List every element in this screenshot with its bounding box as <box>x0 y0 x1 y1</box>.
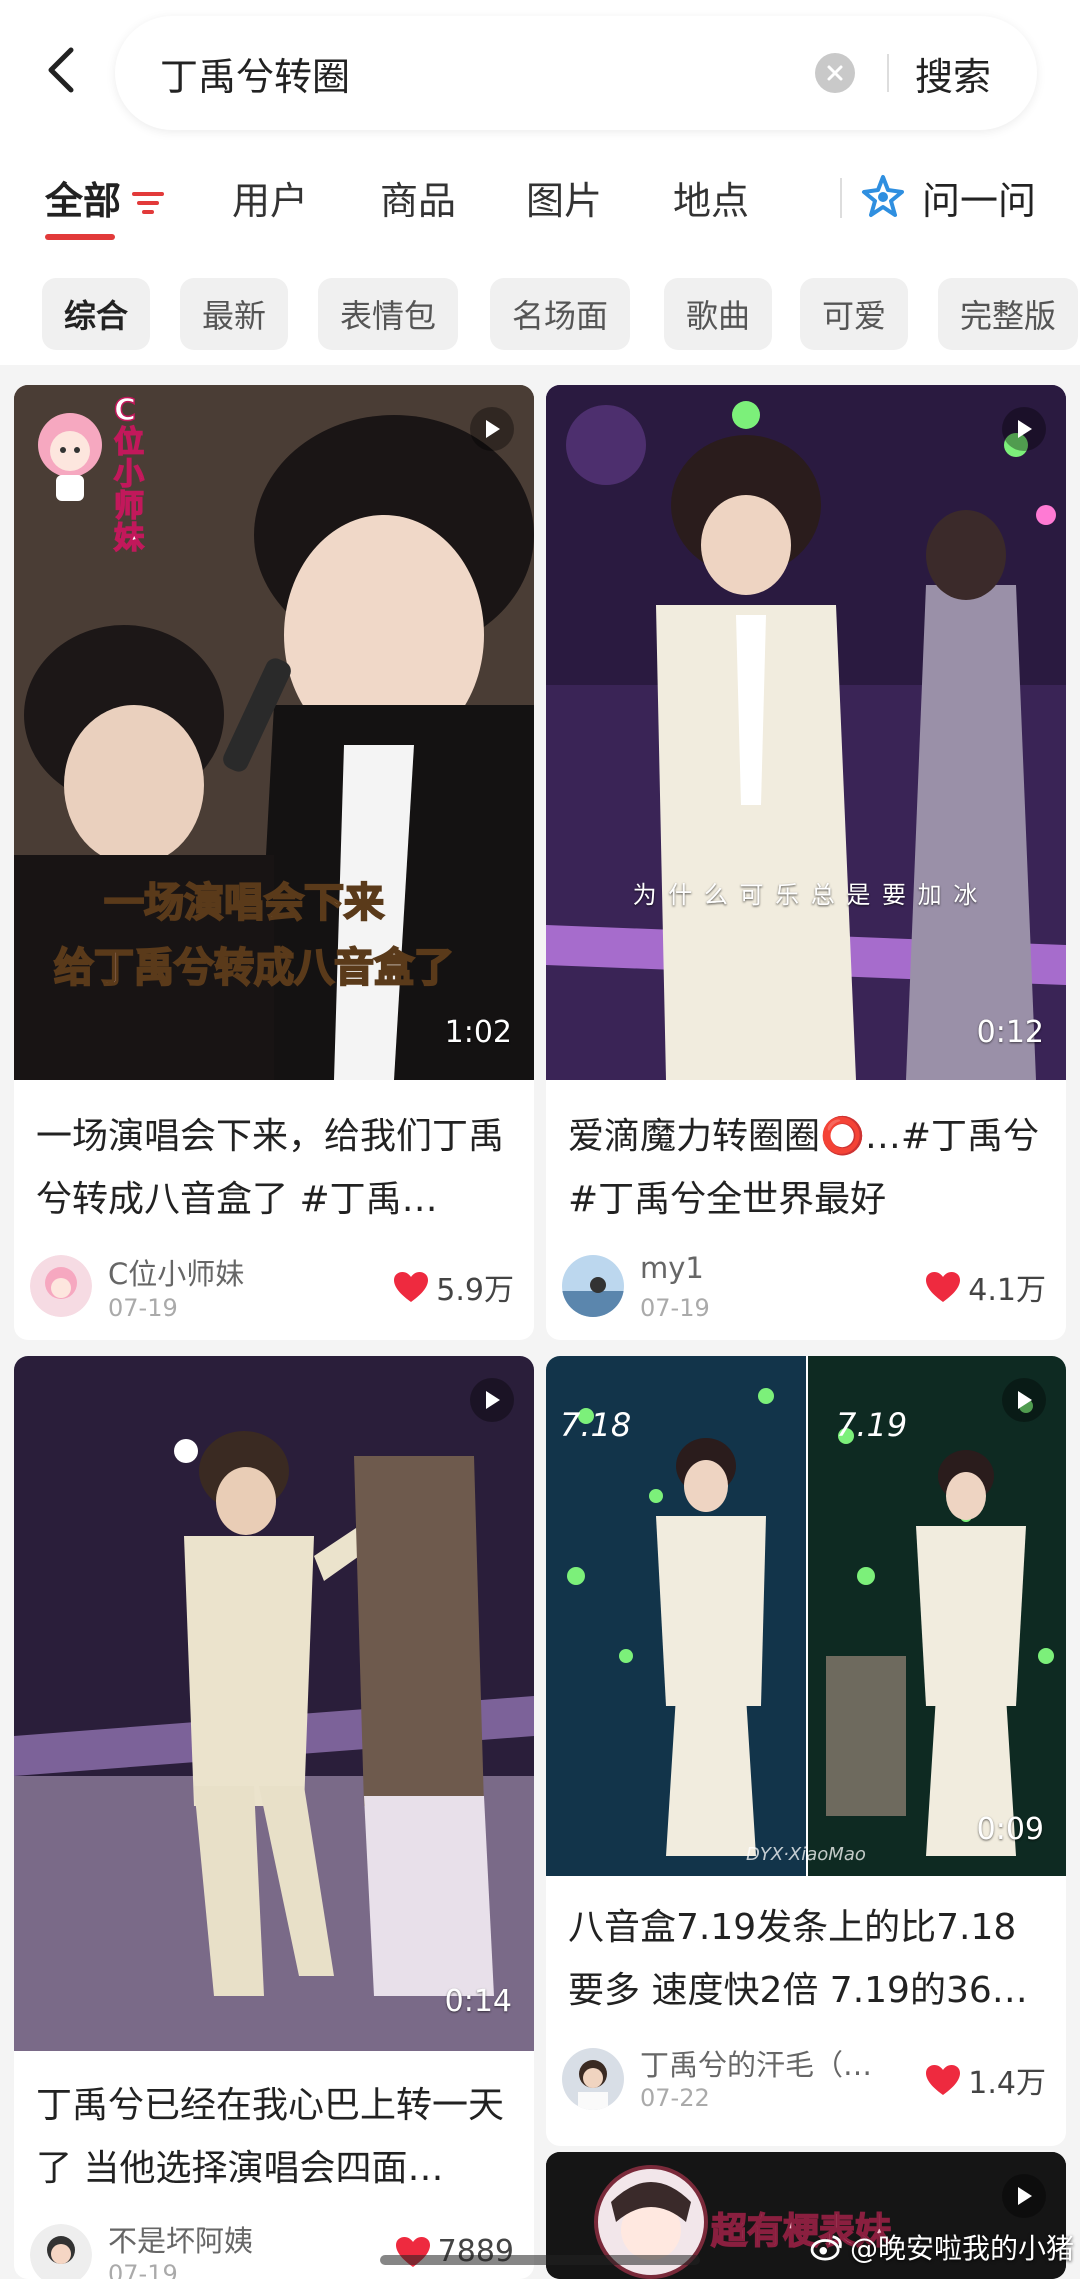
chevron-left-icon <box>48 47 74 93</box>
date-label-left: 7.18 <box>560 1406 632 1444</box>
note-title[interactable]: 一场演唱会下来，给我们丁禹兮转成八音盒了 #丁禹… <box>36 1105 512 1231</box>
video-thumbnail[interactable]: 0:14 <box>14 1356 534 2051</box>
avatar[interactable] <box>30 1255 92 1317</box>
video-thumbnail[interactable]: 7.18 7.19 DYX·XiaoMao 0:09 <box>546 1356 1066 1876</box>
close-icon <box>827 65 843 81</box>
chip-cute[interactable]: 可爱 <box>800 278 909 350</box>
video-duration: 1:02 <box>444 1015 512 1050</box>
tab-users[interactable]: 用户 <box>232 170 308 225</box>
active-tab-indicator <box>45 234 115 240</box>
play-icon <box>470 1378 514 1422</box>
video-duration: 0:09 <box>976 1812 1044 1847</box>
post-date: 07-19 <box>108 1294 178 1322</box>
account-watermark: @晚安啦我的小猪 <box>810 2227 1074 2267</box>
author-name[interactable]: my1 <box>640 1251 704 1285</box>
divider <box>887 54 889 92</box>
like-count: 1.4万 <box>968 2066 1046 2101</box>
note-card[interactable]: 0:14 丁禹兮已经在我心巴上转一天了 当他选择演唱会四面… 不是坏阿姨 07-… <box>14 1356 534 2279</box>
overlay-caption: 一场演唱会下来 <box>103 879 385 927</box>
video-duration: 0:14 <box>444 1984 512 2019</box>
tab-images[interactable]: 图片 <box>526 170 602 225</box>
avatar[interactable] <box>562 1255 624 1317</box>
note-card[interactable]: 7.18 7.19 DYX·XiaoMao 0:09 八音盒7.19发条上的比7… <box>546 1356 1066 2146</box>
clear-search-button[interactable] <box>815 53 855 93</box>
sticker-avatar <box>30 405 110 505</box>
video-thumbnail[interactable]: 为 什 么 可 乐 总 是 要 加 冰 0:12 <box>546 385 1066 1080</box>
video-caption: 为 什 么 可 乐 总 是 要 加 冰 <box>632 881 980 909</box>
category-tabs: 全部 用户 商品 图片 地点 问一问 <box>0 150 1080 260</box>
post-date: 07-19 <box>640 1294 710 1322</box>
note-card[interactable]: C位小师妹 一场演唱会下来 给丁禹兮转成八音盒了 1:02 一场演唱会下来，给我… <box>14 385 534 1340</box>
sticker-label: C位小师妹 <box>113 393 145 556</box>
search-input[interactable]: 丁禹兮转圈 <box>160 46 350 101</box>
note-title[interactable]: 爱滴魔力转圈圈⭕…#丁禹兮 #丁禹兮全世界最好 <box>568 1105 1044 1231</box>
thumbnail-image <box>546 385 1066 1080</box>
author-name[interactable]: 不是坏阿姨 <box>108 2218 253 2260</box>
avatar[interactable] <box>30 2224 92 2279</box>
tab-all[interactable]: 全部 <box>45 170 121 225</box>
home-indicator <box>380 2255 700 2265</box>
tab-places[interactable]: 地点 <box>673 170 749 225</box>
chip-songs[interactable]: 歌曲 <box>664 278 773 350</box>
note-card[interactable]: 为 什 么 可 乐 总 是 要 加 冰 0:12 爱滴魔力转圈圈⭕…#丁禹兮 #… <box>546 385 1066 1340</box>
search-box[interactable]: 丁禹兮转圈 搜索 <box>115 16 1037 130</box>
like-count: 5.9万 <box>436 1273 514 1308</box>
play-icon <box>1002 1378 1046 1422</box>
heart-icon <box>926 2065 961 2095</box>
like-count: 4.1万 <box>968 1273 1046 1308</box>
chip-latest[interactable]: 最新 <box>180 278 289 350</box>
author-name[interactable]: 丁禹兮的汗毛（… <box>640 2042 900 2084</box>
ask-sparkle-icon[interactable] <box>860 174 906 220</box>
chip-comprehensive[interactable]: 综合 <box>42 278 151 350</box>
video-duration: 0:12 <box>976 1015 1044 1050</box>
image-watermark: DYX·XiaoMao <box>746 1844 866 1865</box>
note-title[interactable]: 八音盒7.19发条上的比7.18要多 速度快2倍 7.19的36… <box>568 1896 1044 2022</box>
thumbnail-image <box>14 1356 534 2051</box>
filter-icon[interactable] <box>130 188 166 218</box>
chip-full-version[interactable]: 完整版 <box>938 278 1079 350</box>
play-icon <box>1002 2174 1046 2218</box>
post-date: 07-22 <box>640 2084 710 2112</box>
note-title[interactable]: 丁禹兮已经在我心巴上转一天了 当他选择演唱会四面… <box>36 2074 512 2200</box>
author-name[interactable]: C位小师妹 <box>108 1251 244 1293</box>
avatar[interactable] <box>562 2048 624 2110</box>
play-icon <box>470 407 514 451</box>
weibo-icon <box>810 2235 842 2261</box>
post-date: 07-19 <box>108 2260 178 2279</box>
back-button[interactable] <box>38 40 82 100</box>
video-thumbnail[interactable]: C位小师妹 一场演唱会下来 给丁禹兮转成八音盒了 1:02 <box>14 385 534 1080</box>
filter-chips: 综合 最新 表情包 名场面 歌曲 可爱 完整版 <box>0 260 1080 365</box>
ask-button[interactable]: 问一问 <box>922 170 1036 225</box>
tab-products[interactable]: 商品 <box>380 170 456 225</box>
heart-icon <box>926 1272 961 1302</box>
chip-stickers[interactable]: 表情包 <box>318 278 459 350</box>
like-button[interactable]: 4.1万 <box>924 1265 1046 1309</box>
overlay-caption: 给丁禹兮转成八音盒了 <box>53 944 455 992</box>
play-icon <box>1002 407 1046 451</box>
like-button[interactable]: 1.4万 <box>924 2058 1046 2102</box>
search-header: 丁禹兮转圈 搜索 <box>0 0 1080 150</box>
date-label-right: 7.19 <box>836 1406 908 1444</box>
heart-icon <box>394 1272 429 1302</box>
divider <box>840 178 842 218</box>
chip-famous-scenes[interactable]: 名场面 <box>490 278 631 350</box>
like-button[interactable]: 5.9万 <box>392 1265 514 1309</box>
search-button[interactable]: 搜索 <box>915 46 991 101</box>
